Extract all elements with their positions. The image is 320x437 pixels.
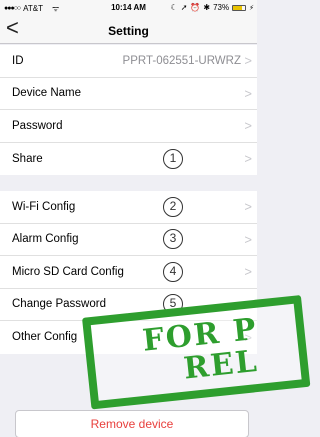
- chevron-right-icon: >: [244, 151, 252, 167]
- row-alarm-config[interactable]: Alarm Config 3 >: [0, 224, 257, 256]
- battery-percent: 73%: [213, 3, 230, 12]
- annotation-number: 4: [163, 261, 183, 282]
- row-label: Share: [12, 152, 43, 165]
- settings-group-device: ID PPRT-062551-URWRZ > Device Name > Pas…: [0, 45, 257, 175]
- row-label: Wi-Fi Config: [12, 200, 76, 213]
- chevron-right-icon: >: [244, 53, 252, 69]
- row-wifi-config[interactable]: Wi-Fi Config 2 >: [0, 191, 257, 224]
- chevron-right-icon: >: [244, 118, 252, 134]
- row-label: Password: [12, 119, 63, 132]
- charging-icon: ⚡: [249, 4, 254, 12]
- row-id[interactable]: ID PPRT-062551-URWRZ >: [0, 45, 257, 78]
- chevron-right-icon: >: [244, 264, 252, 280]
- annotation-number: 2: [163, 196, 183, 217]
- page-title: Setting: [108, 24, 149, 38]
- remove-device-button[interactable]: Remove device: [15, 410, 249, 437]
- moon-icon: ☾: [170, 3, 178, 12]
- battery-fill: [233, 5, 242, 10]
- chevron-right-icon: >: [244, 231, 252, 247]
- row-label: Alarm Config: [12, 233, 79, 246]
- chevron-right-icon: >: [244, 199, 252, 215]
- status-bar: ●●●○○ AT&T ᯤ 10:14 AM ☾ ➚ ⏰ ✱ 73% ⚡: [0, 0, 257, 16]
- alarm-icon: ⏰: [190, 3, 201, 12]
- row-label: Device Name: [12, 87, 82, 100]
- bluetooth-icon: ✱: [203, 3, 211, 12]
- row-label: Change Password: [12, 298, 106, 311]
- device-id-value: PPRT-062551-URWRZ: [122, 54, 241, 67]
- annotation-number: 1: [163, 148, 183, 169]
- annotation-number: 3: [163, 229, 183, 250]
- status-right: ☾ ➚ ⏰ ✱ 73% ⚡: [171, 3, 254, 12]
- row-password[interactable]: Password >: [0, 110, 257, 143]
- navigation-bar: < Setting: [0, 16, 257, 44]
- row-device-name[interactable]: Device Name >: [0, 78, 257, 110]
- row-label: Other Config: [12, 331, 78, 344]
- row-sd-card-config[interactable]: Micro SD Card Config 4 >: [0, 256, 257, 289]
- row-label: Micro SD Card Config: [12, 265, 124, 278]
- row-label: ID: [12, 54, 24, 67]
- chevron-right-icon: >: [244, 85, 252, 101]
- battery-icon: [232, 4, 247, 11]
- location-icon: ➚: [180, 3, 188, 12]
- row-share[interactable]: Share 1 >: [0, 143, 257, 176]
